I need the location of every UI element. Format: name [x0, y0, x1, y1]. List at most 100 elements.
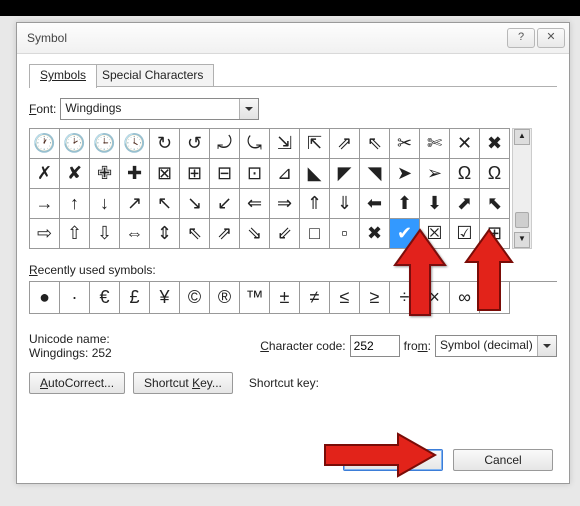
grid-scrollbar[interactable]: ▲ ▼ — [512, 128, 532, 249]
insert-button[interactable]: Insert — [343, 449, 443, 471]
scroll-down-button[interactable]: ▼ — [514, 232, 530, 248]
recent-cell[interactable]: ≥ — [360, 282, 390, 314]
symbol-cell[interactable]: ↘ — [180, 189, 210, 219]
symbol-cell[interactable]: ↖ — [150, 189, 180, 219]
symbol-cell[interactable]: ⊟ — [210, 159, 240, 189]
symbol-cell[interactable]: 🕐 — [30, 129, 60, 159]
symbol-cell[interactable]: ↓ — [90, 189, 120, 219]
font-combobox[interactable]: Wingdings — [60, 98, 259, 120]
symbol-cell[interactable]: ⬅ — [360, 189, 390, 219]
symbol-cell[interactable]: ⇔ — [120, 219, 150, 249]
recent-cell[interactable]: μ — [480, 282, 510, 314]
charcode-input[interactable] — [350, 335, 400, 357]
symbol-cell[interactable]: ⇖ — [360, 129, 390, 159]
symbol-cell[interactable]: ↺ — [180, 129, 210, 159]
symbol-cell[interactable]: ⬆ — [390, 189, 420, 219]
symbol-cell[interactable]: ⬈ — [450, 189, 480, 219]
symbol-cell[interactable]: ▫ — [330, 219, 360, 249]
symbol-cell[interactable]: ⇒ — [270, 189, 300, 219]
symbol-cell[interactable]: ⊿ — [270, 159, 300, 189]
close-button[interactable]: ✕ — [537, 28, 565, 48]
recent-cell[interactable]: ® — [210, 282, 240, 314]
symbol-cell[interactable]: Ω — [450, 159, 480, 189]
shortcut-key-button[interactable]: Shortcut Key... — [133, 372, 233, 394]
recent-cell[interactable]: ± — [270, 282, 300, 314]
recent-cell[interactable]: € — [90, 282, 120, 314]
symbol-cell[interactable]: ✄ — [420, 129, 450, 159]
symbol-cell[interactable]: ✔ — [390, 219, 420, 249]
symbol-cell[interactable]: ➢ — [420, 159, 450, 189]
symbol-grid[interactable]: 🕐🕑🕒🕓↻↺⤾⤿⇲⇱⇗⇖✂✄✕✖✗✘✙✚⊠⊞⊟⊡⊿◣◤◥➤➢ΩΩ→↑↓↗↖↘↙⇐… — [29, 128, 510, 249]
symbol-cell[interactable]: ⇑ — [300, 189, 330, 219]
symbol-cell[interactable]: ⇧ — [60, 219, 90, 249]
tab-special-characters[interactable]: Special Characters — [91, 64, 214, 87]
symbol-cell[interactable]: ◥ — [360, 159, 390, 189]
recent-grid[interactable]: ●·€£¥©®™±≠≤≥÷×∞μ — [29, 281, 557, 314]
recent-cell[interactable]: ÷ — [390, 282, 420, 314]
autocorrect-button[interactable]: AutoCorrect... — [29, 372, 125, 394]
symbol-cell[interactable]: ✖ — [360, 219, 390, 249]
symbol-cell[interactable]: ↙ — [210, 189, 240, 219]
recent-cell[interactable]: ≤ — [330, 282, 360, 314]
recent-cell[interactable]: ∞ — [450, 282, 480, 314]
symbol-cell[interactable]: ⇗ — [330, 129, 360, 159]
symbol-cell[interactable]: 🕓 — [120, 129, 150, 159]
symbol-cell[interactable]: ⤾ — [210, 129, 240, 159]
symbol-cell[interactable]: ✕ — [450, 129, 480, 159]
from-combobox[interactable]: Symbol (decimal) — [435, 335, 557, 357]
symbol-cell[interactable]: ✘ — [60, 159, 90, 189]
symbol-cell[interactable]: ⇗ — [210, 219, 240, 249]
symbol-cell[interactable]: → — [30, 189, 60, 219]
recent-cell[interactable]: ¥ — [150, 282, 180, 314]
symbol-cell[interactable]: ✂ — [390, 129, 420, 159]
symbol-cell[interactable]: ⬉ — [480, 189, 510, 219]
symbol-cell[interactable]: ⇕ — [150, 219, 180, 249]
symbol-cell[interactable]: ↑ — [60, 189, 90, 219]
recent-cell[interactable]: © — [180, 282, 210, 314]
cancel-button[interactable]: Cancel — [453, 449, 553, 471]
symbol-cell[interactable]: Ω — [480, 159, 510, 189]
scroll-thumb[interactable] — [515, 212, 529, 228]
recent-cell[interactable]: £ — [120, 282, 150, 314]
symbol-cell[interactable]: ⇙ — [270, 219, 300, 249]
chevron-down-icon[interactable] — [537, 336, 556, 356]
symbol-cell[interactable]: ⇐ — [240, 189, 270, 219]
chevron-down-icon[interactable] — [239, 99, 258, 119]
symbol-cell[interactable]: ⤿ — [240, 129, 270, 159]
symbol-cell[interactable]: ⇘ — [240, 219, 270, 249]
symbol-cell[interactable]: ⊡ — [240, 159, 270, 189]
help-button[interactable]: ? — [507, 28, 535, 48]
recent-cell[interactable]: ● — [30, 282, 60, 314]
symbol-cell[interactable]: ⇲ — [270, 129, 300, 159]
symbol-cell[interactable]: ✖ — [480, 129, 510, 159]
recent-cell[interactable]: · — [60, 282, 90, 314]
symbol-cell[interactable]: ⬇ — [420, 189, 450, 219]
font-label: Font: — [29, 102, 56, 116]
symbol-cell[interactable]: ⇱ — [300, 129, 330, 159]
symbol-cell[interactable]: ◣ — [300, 159, 330, 189]
symbol-cell[interactable]: ⇨ — [30, 219, 60, 249]
symbol-cell[interactable]: ⊞ — [480, 219, 510, 249]
symbol-cell[interactable]: ⊠ — [150, 159, 180, 189]
symbol-cell[interactable]: 🕒 — [90, 129, 120, 159]
symbol-cell[interactable]: 🕑 — [60, 129, 90, 159]
symbol-cell[interactable]: ☒ — [420, 219, 450, 249]
symbol-cell[interactable]: ☑ — [450, 219, 480, 249]
symbol-cell[interactable]: ↻ — [150, 129, 180, 159]
symbol-cell[interactable]: ↗ — [120, 189, 150, 219]
scroll-up-button[interactable]: ▲ — [514, 129, 530, 145]
symbol-cell[interactable]: ✙ — [90, 159, 120, 189]
symbol-cell[interactable]: ◤ — [330, 159, 360, 189]
symbol-cell[interactable]: ⊞ — [180, 159, 210, 189]
symbol-cell[interactable]: ➤ — [390, 159, 420, 189]
symbol-cell[interactable]: ⇖ — [180, 219, 210, 249]
symbol-cell[interactable]: □ — [300, 219, 330, 249]
symbol-cell[interactable]: ⇓ — [330, 189, 360, 219]
symbol-cell[interactable]: ✗ — [30, 159, 60, 189]
recent-cell[interactable]: ≠ — [300, 282, 330, 314]
recent-cell[interactable]: × — [420, 282, 450, 314]
symbol-cell[interactable]: ⇩ — [90, 219, 120, 249]
recent-cell[interactable]: ™ — [240, 282, 270, 314]
symbol-cell[interactable]: ✚ — [120, 159, 150, 189]
tab-symbols[interactable]: Symbols — [29, 64, 97, 88]
